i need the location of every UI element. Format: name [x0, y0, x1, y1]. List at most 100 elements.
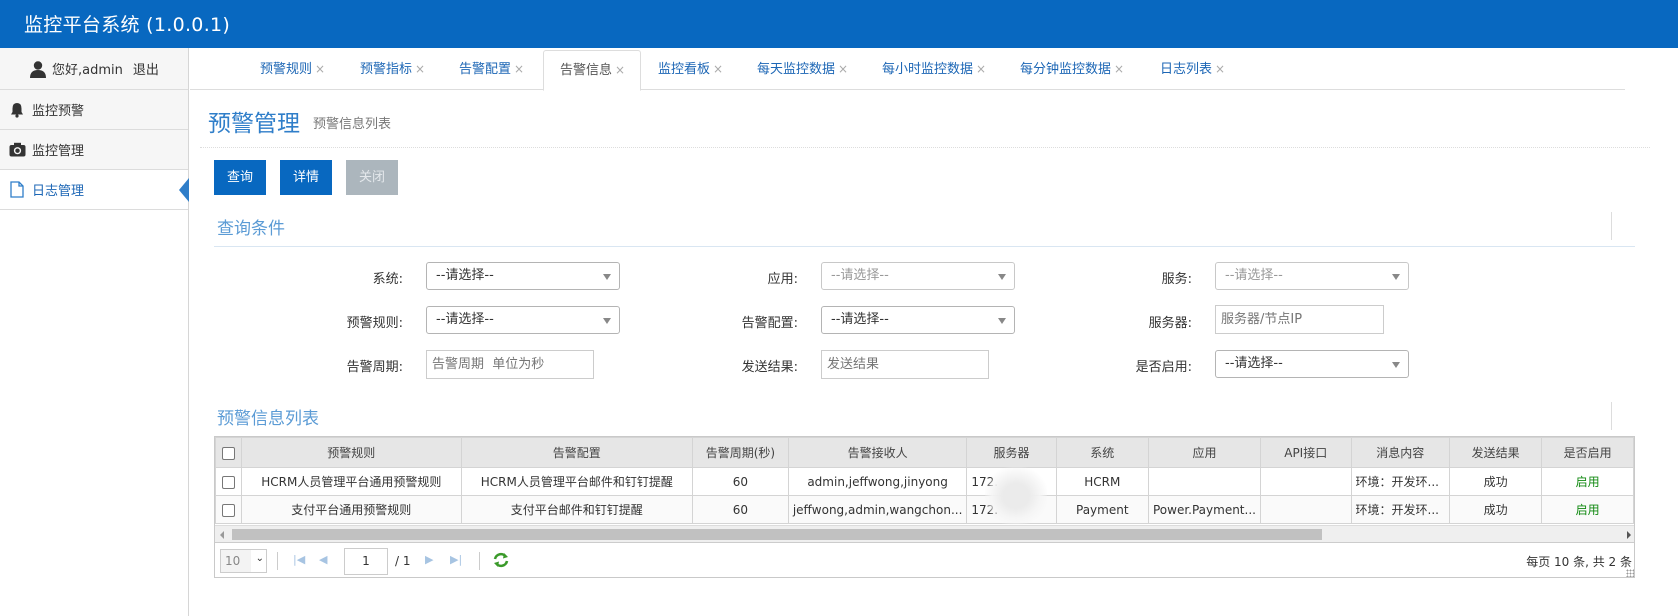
user-greeting: 您好,admin	[52, 63, 123, 78]
table-row[interactable]: HCRM人员管理平台通用预警规则 HCRM人员管理平台邮件和钉钉提醒 60 ad…	[215, 467, 1634, 496]
detail-button[interactable]: 详情	[280, 160, 332, 195]
cell-period: 60	[692, 495, 789, 524]
logout-link[interactable]: 退出	[133, 59, 159, 78]
column-header[interactable]: 服务器	[966, 437, 1057, 468]
cell-message: 环境：开发环...	[1350, 495, 1451, 524]
send-result-label: 发送结果:	[741, 360, 798, 375]
cell-config: HCRM人员管理平台邮件和钉钉提醒	[460, 467, 694, 496]
scrollbar-thumb[interactable]	[232, 529, 1322, 540]
send-result-input[interactable]	[821, 350, 989, 379]
tab-hourly-data[interactable]: 每小时监控数据 ×	[866, 50, 1002, 90]
redaction-blur	[985, 467, 1047, 525]
tab-daily-data[interactable]: 每天监控数据 ×	[741, 50, 864, 90]
close-icon[interactable]: ×	[615, 63, 625, 77]
row-select-cell	[215, 495, 243, 524]
row-checkbox[interactable]	[222, 475, 235, 489]
cell-period: 60	[692, 467, 789, 496]
close-icon[interactable]: ×	[1114, 62, 1124, 76]
close-icon[interactable]: ×	[315, 62, 325, 76]
sidebar-item-log-manage[interactable]: 日志管理	[0, 170, 189, 210]
tab-label: 每分钟监控数据	[1020, 62, 1112, 77]
bell-icon	[8, 101, 26, 119]
column-header[interactable]: 预警规则	[241, 437, 462, 468]
first-page-icon[interactable]: |◀	[293, 553, 305, 566]
page-size-select[interactable]: 10 ⌄	[220, 549, 267, 573]
pagination-bar: 10 ⌄ |◀ ◀ 1 / 1 ▶ ▶| 每页 10 条, 共 2 条	[215, 543, 1634, 577]
enabled-select[interactable]: --请选择--	[1215, 350, 1409, 378]
divider	[479, 552, 480, 570]
sidebar-item-monitor-manage[interactable]: 监控管理	[0, 130, 188, 170]
cell-result: 成功	[1449, 495, 1543, 524]
column-header[interactable]: 是否启用	[1541, 437, 1634, 468]
alert-table: 预警规则 告警配置 告警周期(秒) 告警接收人 服务器 系统 应用 API接口 …	[215, 437, 1634, 524]
sidebar: 您好,admin 退出 监控预警 监控管理 日志管理	[0, 48, 189, 616]
column-header[interactable]: 发送结果	[1449, 437, 1543, 468]
tab-alert-rules[interactable]: 预警规则 ×	[244, 50, 341, 90]
enabled-label: 是否启用:	[1135, 360, 1192, 375]
data-grid: 预警规则 告警配置 告警周期(秒) 告警接收人 服务器 系统 应用 API接口 …	[214, 436, 1635, 578]
row-checkbox[interactable]	[222, 503, 235, 517]
scroll-right-icon[interactable]	[1627, 531, 1631, 539]
server-input[interactable]	[1215, 305, 1384, 334]
close-icon[interactable]: ×	[838, 62, 848, 76]
tab-bar: 预警规则 × 预警指标 × 告警配置 × 告警信息 × 监控看板 × 每天监控数据 × 每小…	[190, 50, 1625, 91]
cell-message: 环境：开发环...	[1350, 467, 1451, 496]
tab-label: 监控看板	[658, 62, 711, 77]
table-header-row: 预警规则 告警配置 告警周期(秒) 告警接收人 服务器 系统 应用 API接口 …	[215, 437, 1634, 468]
tab-alarm-info[interactable]: 告警信息 ×	[543, 50, 641, 91]
query-section-title: 查询条件	[217, 219, 285, 239]
cell-receivers: admin,jeffwong,jinyong	[787, 467, 968, 496]
cell-system: HCRM	[1055, 467, 1149, 496]
user-icon	[29, 60, 47, 78]
column-header[interactable]: 系统	[1055, 437, 1149, 468]
tab-monitor-board[interactable]: 监控看板 ×	[642, 50, 739, 90]
table-row[interactable]: 支付平台通用预警规则 支付平台邮件和钉钉提醒 60 jeffwong,admin…	[215, 495, 1634, 524]
last-page-icon[interactable]: ▶|	[450, 553, 462, 566]
column-header[interactable]: 告警周期(秒)	[692, 437, 789, 468]
close-icon[interactable]: ×	[1215, 62, 1225, 76]
server-label: 服务器:	[1148, 316, 1192, 331]
horizontal-scrollbar[interactable]	[215, 525, 1634, 543]
column-header[interactable]: 告警配置	[460, 437, 694, 468]
next-page-icon[interactable]: ▶	[425, 553, 433, 566]
prev-page-icon[interactable]: ◀	[319, 553, 327, 566]
service-select[interactable]: --请选择--	[1215, 262, 1409, 290]
service-label: 服务:	[1161, 272, 1192, 287]
scroll-left-icon[interactable]	[220, 531, 224, 539]
column-header[interactable]: 消息内容	[1350, 437, 1451, 468]
close-icon[interactable]: ×	[415, 62, 425, 76]
column-header[interactable]: API接口	[1259, 437, 1352, 468]
top-header: 监控平台系统 (1.0.0.1)	[0, 0, 1678, 48]
tab-label: 预警规则	[260, 62, 313, 77]
close-icon[interactable]: ×	[514, 62, 524, 76]
close-icon[interactable]: ×	[713, 62, 723, 76]
active-indicator	[179, 178, 189, 202]
rule-select[interactable]: --请选择--	[426, 306, 620, 334]
total-pages: / 1	[395, 554, 411, 568]
divider	[1611, 402, 1612, 430]
cell-api	[1259, 467, 1352, 496]
system-label: 系统:	[372, 272, 403, 287]
tab-alarm-config[interactable]: 告警配置 ×	[443, 50, 540, 90]
tab-alert-metrics[interactable]: 预警指标 ×	[344, 50, 441, 90]
current-page-input[interactable]: 1	[344, 548, 388, 575]
tab-log-list[interactable]: 日志列表 ×	[1144, 50, 1241, 90]
chevron-down-icon	[1392, 274, 1400, 280]
tab-minute-data[interactable]: 每分钟监控数据 ×	[1004, 50, 1140, 90]
resize-grip-icon[interactable]	[1626, 569, 1634, 577]
select-all-checkbox[interactable]	[222, 446, 235, 460]
app-title: 监控平台系统 (1.0.0.1)	[24, 14, 231, 36]
rule-label: 预警规则:	[346, 316, 403, 331]
refresh-icon[interactable]	[492, 552, 510, 571]
column-header[interactable]: 应用	[1147, 437, 1261, 468]
column-header[interactable]: 告警接收人	[787, 437, 968, 468]
sidebar-item-monitor-alert[interactable]: 监控预警	[0, 90, 188, 130]
query-button[interactable]: 查询	[214, 160, 266, 195]
alarm-config-select[interactable]: --请选择--	[821, 306, 1015, 334]
close-button[interactable]: 关闭	[346, 160, 398, 195]
cell-app: Power.Payment...	[1147, 495, 1261, 524]
close-icon[interactable]: ×	[976, 62, 986, 76]
app-select[interactable]: --请选择--	[821, 262, 1015, 290]
system-select[interactable]: --请选择--	[426, 262, 620, 290]
period-input[interactable]	[426, 350, 594, 379]
